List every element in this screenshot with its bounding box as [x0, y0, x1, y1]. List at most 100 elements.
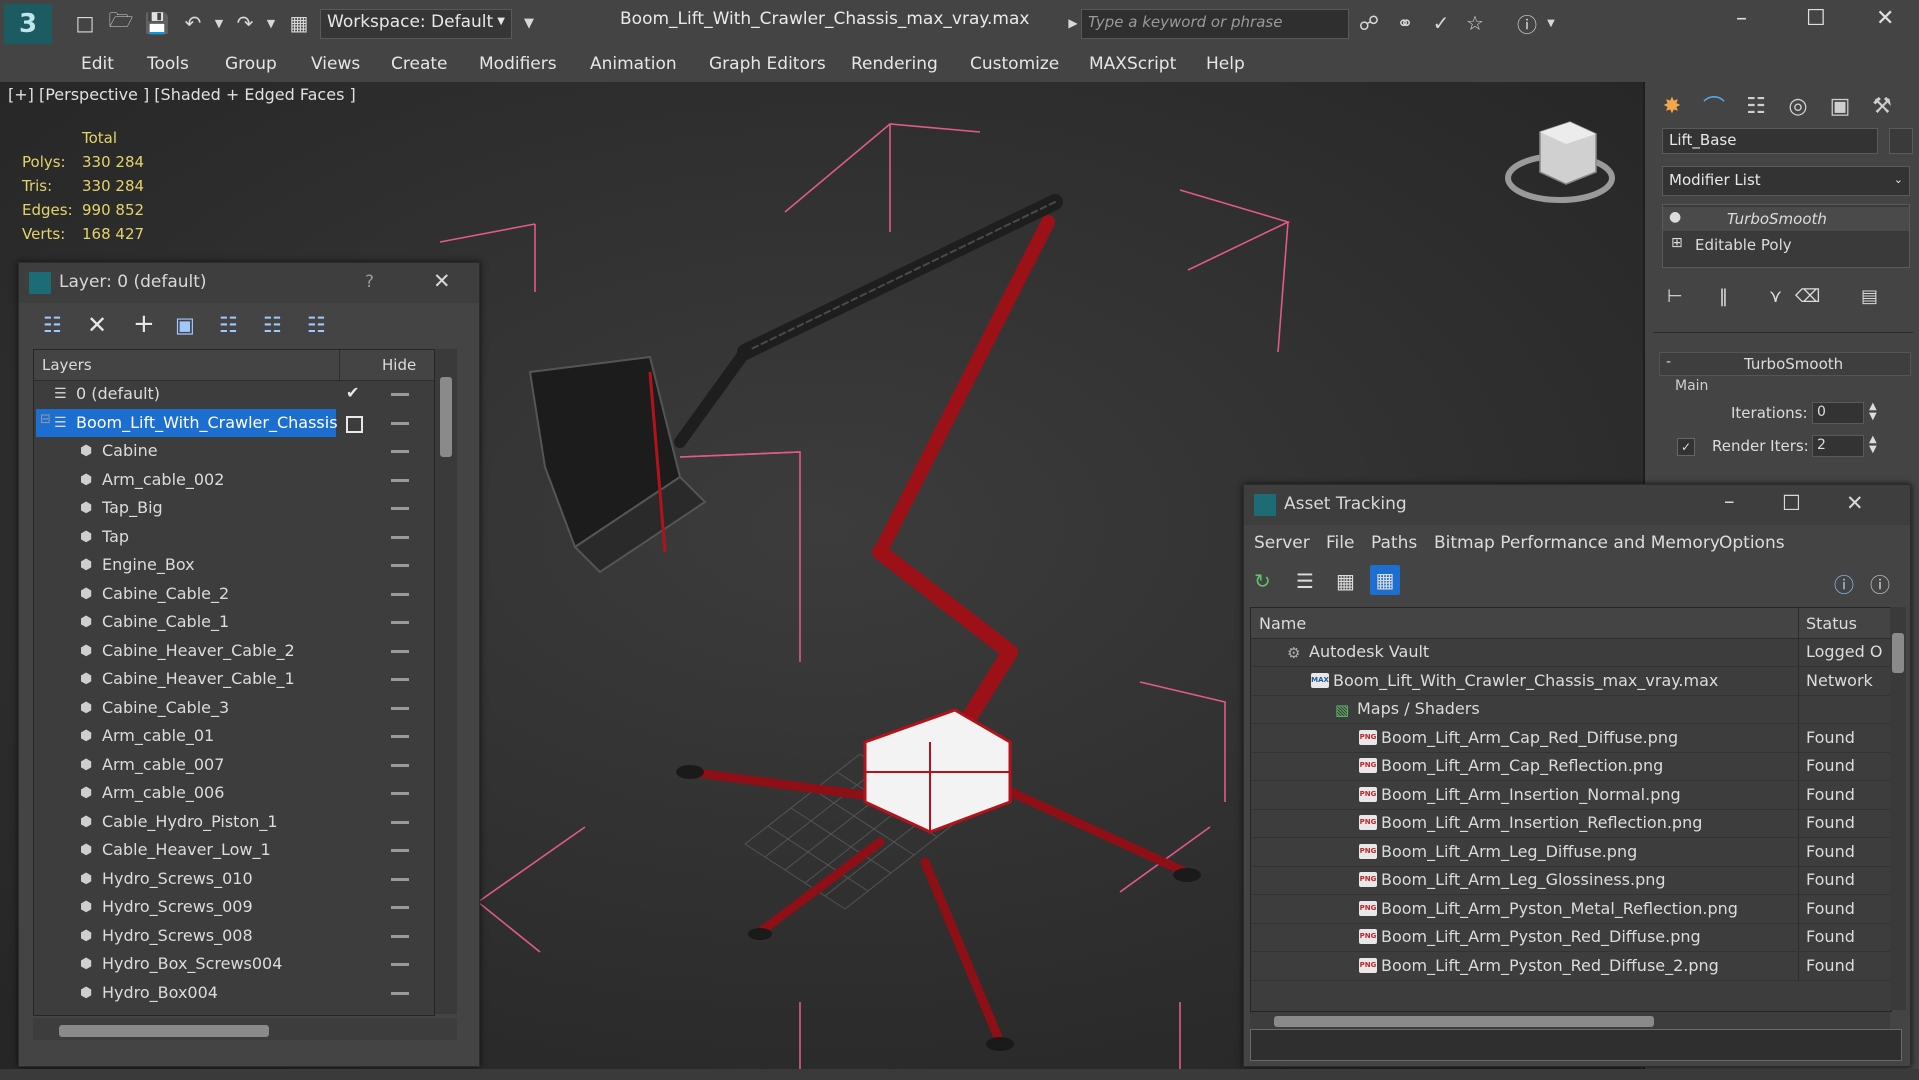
spinner-arrows-icon[interactable]: ▲ ▼: [1869, 435, 1877, 455]
menu-options[interactable]: Options: [1719, 533, 1785, 553]
dialog-title-bar[interactable]: Asset Tracking – ☐ ✕: [1244, 485, 1910, 525]
object-name-field[interactable]: Lift_Base: [1662, 128, 1878, 154]
hide-toggle[interactable]: [391, 849, 409, 852]
hide-toggle[interactable]: [391, 877, 409, 881]
show-end-result-icon[interactable]: ‖: [1719, 286, 1728, 307]
menu-tools[interactable]: Tools: [147, 54, 189, 74]
layer-row[interactable]: ⬢ Hydro_Screws_008: [34, 922, 434, 950]
delete-layer-icon[interactable]: ✕: [87, 311, 107, 339]
layer-row[interactable]: ⬢ Cabine_Cable_3: [34, 694, 434, 722]
layer-row[interactable]: ⬢ Cabine: [34, 437, 434, 465]
asset-row[interactable]: PNG Boom_Lift_Arm_Leg_Glossiness.png Found: [1251, 866, 1891, 895]
hide-toggle[interactable]: [391, 564, 409, 567]
layer-row[interactable]: ⬢ Hydro_Box004: [34, 979, 434, 1007]
stack-item-turbosmooth[interactable]: ● TurboSmooth: [1663, 207, 1909, 231]
layer-list-vscroll-thumb[interactable]: [440, 377, 452, 457]
hide-toggle[interactable]: [391, 678, 409, 681]
minimize-icon[interactable]: –: [1736, 6, 1747, 31]
layer-row[interactable]: ⬢ Tap: [34, 523, 434, 551]
hide-toggle[interactable]: [391, 763, 409, 767]
select-layer-objects-icon[interactable]: ☷: [219, 313, 238, 337]
layer-row[interactable]: ⬢ Arm_cable_006: [34, 779, 434, 807]
render-iters-spinner[interactable]: 2: [1812, 435, 1864, 457]
redo-icon[interactable]: ↷: [232, 10, 258, 36]
undo-dropdown-icon[interactable]: ▼: [206, 10, 232, 36]
layer-row[interactable]: ⬢ Cabine_Cable_1: [34, 608, 434, 636]
asset-row[interactable]: PNG Boom_Lift_Arm_Pyston_Metal_Reflection…: [1251, 894, 1891, 924]
layer-row[interactable]: ⬢ Hydro_Screws_010: [34, 865, 434, 893]
hide-toggle[interactable]: [391, 906, 409, 909]
hide-toggle[interactable]: [391, 507, 409, 510]
hide-toggle[interactable]: [391, 592, 409, 596]
workspace-select[interactable]: Workspace: Default ▼: [320, 9, 512, 39]
menu-rendering[interactable]: Rendering: [851, 54, 938, 74]
column-header-hide[interactable]: Hide: [382, 356, 416, 374]
lightbulb-icon[interactable]: ●: [1669, 209, 1681, 225]
binoculars-icon[interactable]: ☍: [1356, 10, 1382, 36]
help-icon[interactable]: ⓘ: [1514, 10, 1540, 37]
hide-toggle[interactable]: [391, 792, 409, 795]
hide-toggle[interactable]: [391, 934, 409, 938]
menu-graph-editors[interactable]: Graph Editors: [709, 54, 826, 74]
list-view-icon[interactable]: ☰: [1296, 569, 1314, 593]
hierarchy-tab-icon[interactable]: ☷: [1739, 90, 1773, 122]
communication-icon[interactable]: ✓: [1428, 10, 1454, 36]
expand-plus-icon[interactable]: ⊞: [1671, 235, 1683, 251]
add-to-layer-icon[interactable]: +: [133, 309, 155, 339]
close-icon[interactable]: ✕: [1876, 6, 1894, 31]
dialog-title-bar[interactable]: Layer: 0 (default) ? ✕: [19, 263, 479, 303]
modifier-list-dropdown[interactable]: Modifier List ⌄: [1662, 166, 1910, 196]
asset-list-hscroll-thumb[interactable]: [1274, 1016, 1654, 1027]
display-tab-icon[interactable]: ▣: [1823, 90, 1857, 122]
favorites-star-icon[interactable]: ☆: [1462, 10, 1488, 36]
make-unique-icon[interactable]: ⋎: [1769, 286, 1782, 307]
layer-row[interactable]: ⬢ Arm_cable_007: [34, 751, 434, 779]
menu-help[interactable]: Help: [1206, 54, 1245, 74]
column-header-status[interactable]: Status: [1806, 614, 1857, 633]
layer-row[interactable]: ⬢ Cabine_Heaver_Cable_1: [34, 665, 434, 693]
spinner-arrows-icon[interactable]: ▲ ▼: [1869, 402, 1877, 422]
asset-row[interactable]: PNG Boom_Lift_Arm_Leg_Diffuse.png Found: [1251, 837, 1891, 867]
layer-row[interactable]: ☰ ⊟ Boom_Lift_With_Crawler_Chassis: [34, 408, 434, 437]
hide-toggle[interactable]: [391, 649, 409, 653]
app-logo-icon[interactable]: 3: [4, 4, 52, 44]
hide-toggle[interactable]: [391, 621, 409, 624]
current-layer-box-icon[interactable]: [346, 415, 363, 433]
menu-group[interactable]: Group: [225, 54, 277, 74]
asset-row[interactable]: PNG Boom_Lift_Arm_Pyston_Red_Diffuse_2.pn…: [1251, 951, 1891, 981]
thumbnail-view-icon[interactable]: ▦: [1336, 569, 1355, 593]
layer-row[interactable]: ⬢ Arm_cable_002: [34, 466, 434, 494]
project-folder-icon[interactable]: ▦: [286, 10, 312, 36]
redo-dropdown-icon[interactable]: ▼: [258, 10, 284, 36]
asset-list-vscroll-thumb[interactable]: [1892, 633, 1904, 673]
menu-bitmap-performance[interactable]: Bitmap Performance and Memory: [1434, 533, 1720, 553]
rollout-header[interactable]: - TurboSmooth: [1659, 352, 1911, 376]
select-highlighted-icon[interactable]: ▣: [175, 313, 195, 337]
close-icon[interactable]: ✕: [433, 269, 451, 293]
undo-icon[interactable]: ↶: [180, 10, 206, 36]
pin-stack-icon[interactable]: ⊢: [1667, 286, 1683, 307]
help-dropdown-icon[interactable]: ▼: [1538, 10, 1564, 36]
help-icon[interactable]: ⓘ: [1834, 569, 1854, 598]
menu-edit[interactable]: Edit: [81, 54, 114, 74]
menu-server[interactable]: Server: [1254, 533, 1310, 553]
table-view-icon[interactable]: ▦: [1370, 565, 1400, 595]
remove-modifier-icon[interactable]: ⌫: [1795, 286, 1820, 307]
layer-row[interactable]: ☰ ✔ 0 (default): [34, 380, 434, 408]
new-file-icon[interactable]: □: [72, 10, 98, 36]
column-header-name[interactable]: Name: [1259, 614, 1306, 633]
layer-row[interactable]: ⬢ Cable_Hydro_Piston_1: [34, 808, 434, 836]
asset-path-field[interactable]: [1250, 1029, 1902, 1061]
hide-toggle[interactable]: [391, 820, 409, 824]
maximize-icon[interactable]: ☐: [1806, 6, 1826, 31]
collapse-minus-icon[interactable]: ⊟: [40, 412, 51, 427]
asset-row[interactable]: PNG Boom_Lift_Arm_Cap_Reflection.png Found: [1251, 752, 1891, 781]
workspace-menu-icon[interactable]: ▼: [516, 10, 542, 36]
menu-animation[interactable]: Animation: [590, 54, 677, 74]
hide-toggle[interactable]: [391, 478, 409, 482]
menu-create[interactable]: Create: [391, 54, 448, 74]
maximize-icon[interactable]: ☐: [1782, 491, 1801, 515]
hide-toggle[interactable]: [391, 991, 409, 995]
open-file-icon[interactable]: 🗁: [108, 8, 134, 36]
layer-row[interactable]: ⬢ Engine_Box: [34, 551, 434, 579]
